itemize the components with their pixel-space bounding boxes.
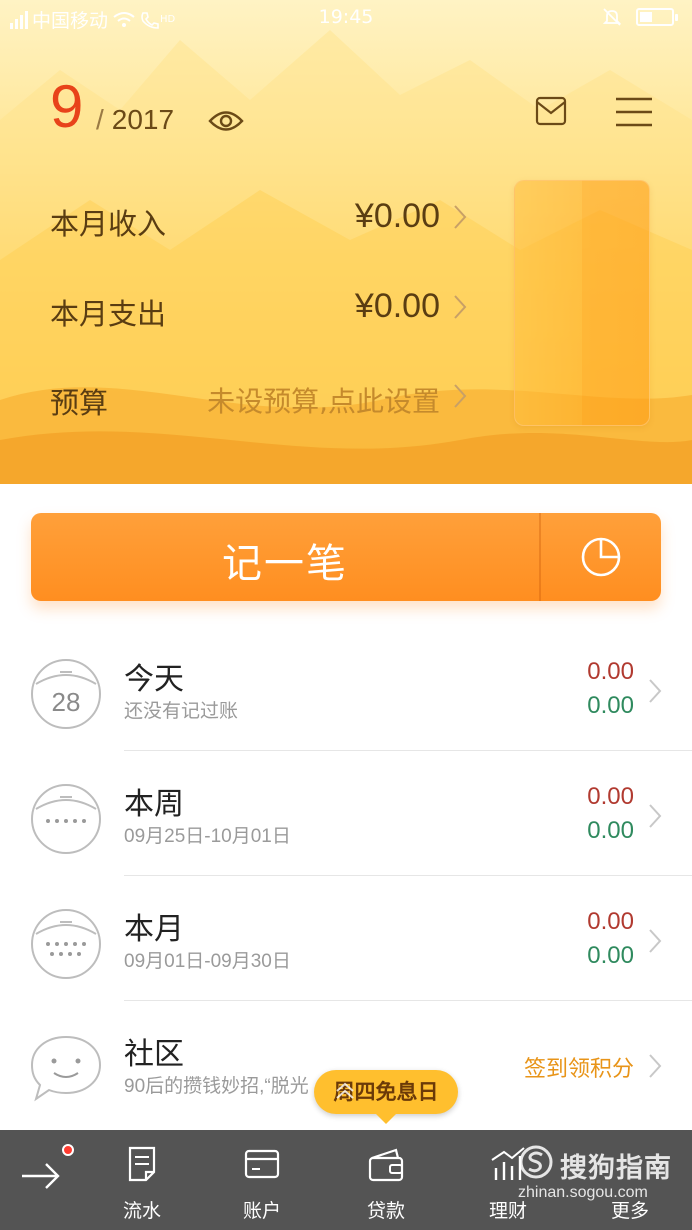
notification-dot	[62, 1144, 74, 1156]
checkin-points-link[interactable]: 签到领积分	[524, 1051, 634, 1083]
sogou-logo-icon	[519, 1145, 553, 1179]
income-amount: 0.00	[587, 783, 634, 810]
monthly-income-value: ¥0.00	[354, 197, 440, 235]
status-bar: 中国移动 HD 19:45	[0, 0, 692, 36]
chevron-right-icon	[649, 679, 662, 703]
calendar-week-icon	[31, 784, 101, 854]
expense-amount: 0.00	[587, 692, 634, 719]
budget-hint: 未设预算,点此设置	[207, 385, 440, 418]
monthly-expense-value: ¥0.00	[354, 287, 440, 325]
chevron-right-icon	[649, 804, 662, 828]
record-entry-button[interactable]: 记一笔	[31, 513, 661, 601]
list-item-title: 社区	[124, 1037, 184, 1072]
watermark-url: zhinan.sogou.com	[518, 1184, 648, 1201]
summary-card[interactable]	[514, 180, 650, 426]
tab-accounts[interactable]: 账户	[202, 1130, 322, 1230]
mail-icon[interactable]	[534, 94, 568, 128]
monthly-expense-label: 本月支出	[50, 297, 167, 331]
current-month[interactable]: 9	[50, 72, 83, 141]
receipt-icon	[128, 1146, 156, 1182]
budget-row[interactable]: 预算 未设预算,点此设置	[50, 372, 470, 422]
calendar-day-icon: 28	[31, 659, 101, 729]
list-item-title: 本月	[124, 912, 184, 947]
current-year[interactable]: /2017	[96, 104, 174, 136]
income-amount: 0.00	[587, 658, 634, 685]
chevron-right-icon	[649, 1054, 662, 1078]
chevron-right-icon	[649, 929, 662, 953]
arrow-right-icon[interactable]	[18, 1148, 68, 1198]
tab-journal[interactable]: 流水	[82, 1130, 202, 1230]
calendar-month-icon	[31, 909, 101, 979]
card-icon	[244, 1149, 280, 1179]
date-slash: /	[96, 104, 104, 135]
tab-loans[interactable]: 贷款	[326, 1130, 446, 1230]
list-item-subtitle: 90后的攒钱妙招,“脱光	[124, 1076, 309, 1097]
chevron-right-icon	[454, 384, 467, 408]
pie-chart-icon[interactable]	[579, 535, 623, 579]
chat-bubble-icon	[30, 1035, 102, 1102]
chevron-right-icon	[454, 205, 467, 229]
tab-label: 流水	[122, 1200, 161, 1222]
wallet-icon	[368, 1148, 404, 1182]
income-amount: 0.00	[587, 908, 634, 935]
expense-amount: 0.00	[587, 817, 634, 844]
list-item-subtitle: 09月25日-10月01日	[124, 826, 291, 847]
year-value: 2017	[111, 104, 175, 135]
list-item-subtitle: 09月01日-09月30日	[124, 951, 291, 972]
list-item-week[interactable]: 本周 09月25日-10月01日 0.00 0.00	[0, 751, 692, 876]
tab-label: 贷款	[366, 1200, 405, 1222]
monthly-expense-row[interactable]: 本月支出 ¥0.00	[50, 283, 470, 333]
list-item-subtitle: 还没有记过账	[124, 701, 239, 722]
chevron-up-icon	[336, 1082, 354, 1099]
interest-free-promo-badge[interactable]: 周四免息日	[314, 1070, 458, 1124]
record-divider	[539, 513, 541, 601]
monthly-income-row[interactable]: 本月收入 ¥0.00	[50, 193, 470, 243]
calendar-day-number: 28	[52, 687, 81, 717]
monthly-income-label: 本月收入	[50, 207, 167, 241]
list-item-today[interactable]: 28 今天 还没有记过账 0.00 0.00	[0, 626, 692, 751]
watermark-brand: 搜狗指南	[560, 1153, 672, 1184]
expense-amount: 0.00	[587, 942, 634, 969]
alarm-muted-icon	[602, 8, 622, 26]
record-entry-label: 记一笔	[222, 541, 348, 587]
sogou-watermark: 搜狗指南 zhinan.sogou.com	[490, 1138, 690, 1218]
budget-label: 预算	[50, 386, 109, 420]
list-item-title: 今天	[124, 662, 184, 697]
header-panel: 中国移动 HD 19:45 9 /2017 本月收入 ¥0.00 本月支出 ¥0…	[0, 0, 692, 484]
chevron-right-icon	[454, 295, 467, 319]
list-item-title: 本周	[124, 787, 184, 822]
status-time: 19:45	[318, 6, 374, 28]
eye-icon[interactable]	[208, 106, 244, 136]
tab-label: 账户	[242, 1200, 281, 1222]
battery-icon	[636, 8, 678, 26]
menu-icon[interactable]	[614, 96, 654, 128]
list-item-month[interactable]: 本月 09月01日-09月30日 0.00 0.00	[0, 876, 692, 1001]
